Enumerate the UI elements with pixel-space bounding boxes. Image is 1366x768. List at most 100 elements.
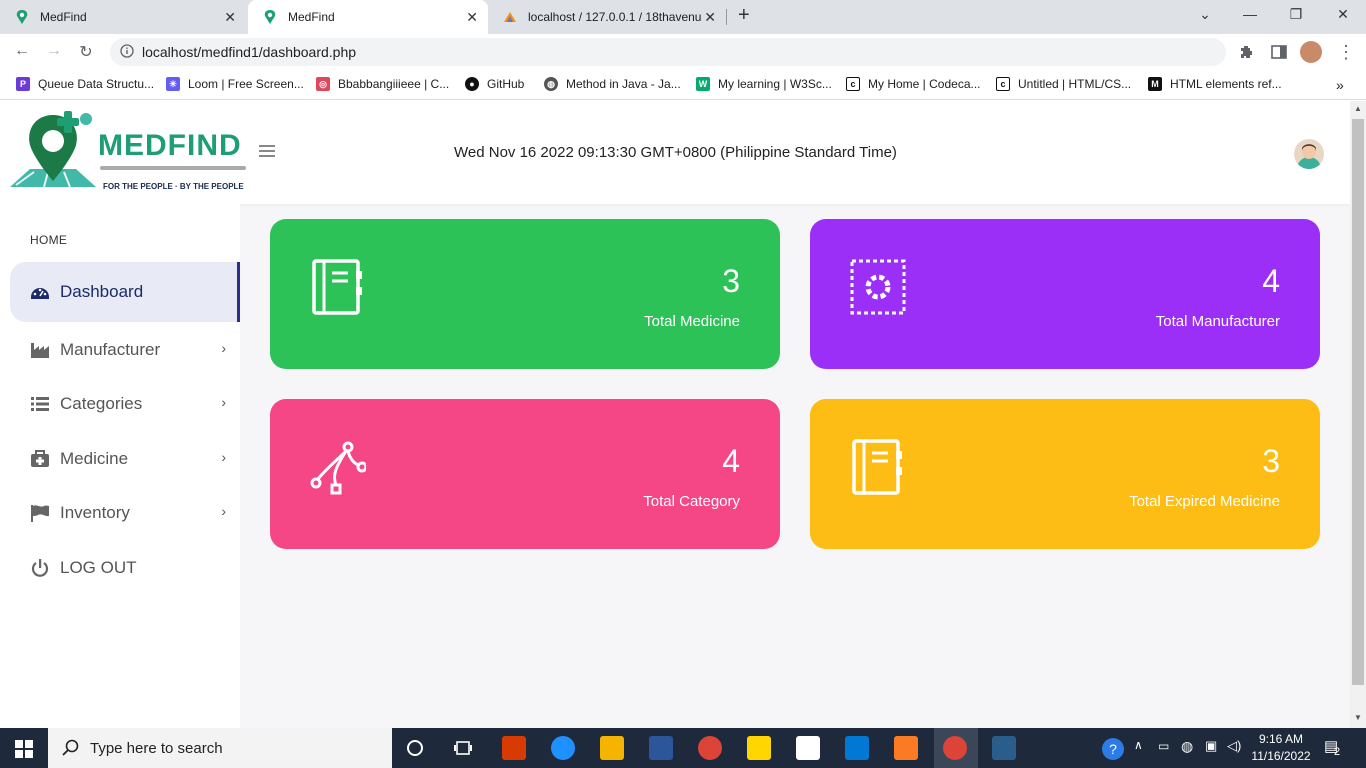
list-icon bbox=[30, 394, 50, 414]
tab-separator bbox=[726, 9, 727, 25]
close-tab-icon[interactable]: ✕ bbox=[704, 9, 716, 26]
mysql-workbench-icon[interactable] bbox=[992, 736, 1016, 760]
back-icon[interactable]: ← bbox=[12, 42, 32, 60]
sidebar-section-label: HOME bbox=[30, 233, 68, 247]
bookmark[interactable]: c Untitled | HTML/CS... bbox=[996, 77, 1131, 91]
url-text: localhost/medfind1/dashboard.php bbox=[142, 44, 357, 60]
word-icon[interactable] bbox=[649, 736, 673, 760]
bookmark[interactable]: ◍ Method in Java - Ja... bbox=[544, 77, 681, 91]
browser-tab-bar: MedFind ✕ MedFind ✕ localhost / 127.0.0.… bbox=[0, 0, 1366, 34]
close-tab-icon[interactable]: ✕ bbox=[224, 9, 236, 26]
total-manufacturer-card[interactable]: 4 Total Manufacturer bbox=[810, 219, 1320, 369]
sidebar-item-manufacturer[interactable]: Manufacturer › bbox=[10, 320, 240, 380]
notebook-icon bbox=[852, 439, 902, 495]
chevron-right-icon: › bbox=[221, 449, 226, 465]
power-icon bbox=[30, 558, 50, 578]
bookmark[interactable]: ● GitHub bbox=[465, 77, 524, 91]
minimize-icon[interactable]: — bbox=[1240, 6, 1260, 22]
cortana-icon[interactable] bbox=[406, 739, 424, 757]
medfind-favicon bbox=[14, 9, 30, 25]
taskbar-search-input[interactable]: Type here to search bbox=[48, 728, 392, 768]
bookmark[interactable]: c My Home | Codeca... bbox=[846, 77, 981, 91]
edge-icon[interactable] bbox=[551, 736, 575, 760]
phpmyadmin-favicon bbox=[502, 9, 518, 25]
sticky-notes-icon[interactable] bbox=[747, 736, 771, 760]
scroll-up-icon[interactable]: ▲ bbox=[1354, 104, 1362, 113]
address-bar[interactable]: localhost/medfind1/dashboard.php bbox=[110, 38, 1226, 66]
office-icon[interactable] bbox=[502, 736, 526, 760]
chrome-profile-icon[interactable] bbox=[943, 736, 967, 760]
notebook-icon bbox=[312, 259, 362, 315]
xampp-icon[interactable] bbox=[894, 736, 918, 760]
sidebar-item-dashboard[interactable]: Dashboard bbox=[10, 262, 240, 322]
bookmark[interactable]: W My learning | W3Sc... bbox=[696, 77, 832, 91]
notion-icon[interactable] bbox=[796, 736, 820, 760]
page-scrollbar[interactable]: ▲ ▼ bbox=[1350, 101, 1366, 728]
w3schools-icon: W bbox=[696, 77, 710, 91]
mdn-icon: M bbox=[1148, 77, 1162, 91]
bookmark[interactable]: ◎ Bbabbangiiieee | C... bbox=[316, 77, 449, 91]
logo-text: MEDFIND bbox=[98, 129, 242, 162]
total-category-card[interactable]: 4 Total Category bbox=[270, 399, 780, 549]
file-explorer-icon[interactable] bbox=[600, 736, 624, 760]
bookmark[interactable]: ✳ Loom | Free Screen... bbox=[166, 77, 304, 91]
loom-icon: ✳ bbox=[166, 77, 180, 91]
browser-tab[interactable]: MedFind ✕ bbox=[0, 0, 246, 34]
card-value: 4 bbox=[1262, 263, 1280, 299]
logo-tagline: FOR THE PEOPLE · BY THE PEOPLE bbox=[103, 182, 244, 191]
vscode-icon[interactable] bbox=[845, 736, 869, 760]
restore-icon[interactable]: ❐ bbox=[1286, 6, 1306, 23]
card-value: 3 bbox=[722, 263, 740, 299]
help-icon[interactable]: ? bbox=[1102, 738, 1124, 760]
browser-tab-active[interactable]: MedFind ✕ bbox=[248, 0, 488, 34]
close-window-icon[interactable]: ✕ bbox=[1333, 6, 1353, 23]
bookmark[interactable]: P Queue Data Structu... bbox=[16, 77, 154, 91]
forward-icon[interactable]: → bbox=[44, 42, 64, 60]
profile-avatar[interactable] bbox=[1300, 41, 1322, 63]
hamburger-menu-icon[interactable] bbox=[259, 145, 275, 157]
sidebar-item-inventory[interactable]: Inventory › bbox=[10, 483, 240, 543]
site-info-icon[interactable] bbox=[120, 44, 134, 58]
sidebar-item-logout[interactable]: LOG OUT bbox=[10, 538, 240, 598]
sidebar-item-label: Inventory bbox=[60, 503, 130, 522]
total-expired-medicine-card[interactable]: 3 Total Expired Medicine bbox=[810, 399, 1320, 549]
scroll-down-icon[interactable]: ▼ bbox=[1354, 713, 1362, 722]
reload-icon[interactable]: ↻ bbox=[76, 42, 96, 62]
bookmark[interactable]: M HTML elements ref... bbox=[1148, 77, 1282, 91]
browser-toolbar: ← → ↻ localhost/medfind1/dashboard.php ⋮ bbox=[0, 34, 1366, 70]
user-avatar[interactable] bbox=[1294, 139, 1324, 169]
side-panel-icon[interactable] bbox=[1270, 43, 1288, 61]
volume-icon[interactable]: ◁) bbox=[1227, 738, 1241, 754]
chevron-right-icon: › bbox=[221, 503, 226, 519]
new-tab-icon[interactable]: + bbox=[738, 4, 750, 27]
clock-date: 11/16/2022 bbox=[1251, 749, 1311, 763]
search-icon bbox=[62, 739, 79, 756]
scrollbar-thumb[interactable] bbox=[1352, 119, 1364, 685]
menu-icon[interactable]: ⋮ bbox=[1336, 42, 1356, 63]
show-hidden-icons-icon[interactable]: ∧ bbox=[1134, 738, 1143, 752]
task-view-icon[interactable] bbox=[454, 739, 472, 757]
medkit-icon bbox=[30, 449, 50, 469]
total-medicine-card[interactable]: 3 Total Medicine bbox=[270, 219, 780, 369]
chrome-icon[interactable] bbox=[698, 736, 722, 760]
windows-taskbar: Type here to search ? ∧ ▭ ◍ ▣ ◁) 9:16 AM… bbox=[0, 728, 1366, 768]
sidebar-item-label: Dashboard bbox=[60, 282, 144, 301]
dashboard-icon bbox=[30, 282, 50, 302]
chevron-right-icon: › bbox=[221, 340, 226, 356]
tab-search-icon[interactable]: ⌄ bbox=[1195, 6, 1215, 23]
display-icon[interactable]: ▣ bbox=[1205, 738, 1217, 754]
medfind-logo[interactable]: MEDFIND FOR THE PEOPLE · BY THE PEOPLE bbox=[8, 109, 256, 199]
more-bookmarks-icon[interactable]: » bbox=[1336, 77, 1344, 93]
github-icon: ● bbox=[465, 77, 479, 91]
network-globe-icon[interactable]: ◍ bbox=[1181, 738, 1193, 755]
browser-tab[interactable]: localhost / 127.0.0.1 / 18thavenu ✕ bbox=[488, 0, 726, 34]
card-label: Total Expired Medicine bbox=[1129, 493, 1280, 510]
close-tab-icon[interactable]: ✕ bbox=[466, 9, 478, 26]
taskbar-clock[interactable]: 9:16 AM 11/16/2022 bbox=[1248, 731, 1314, 765]
battery-icon[interactable]: ▭ bbox=[1158, 739, 1169, 753]
chevron-right-icon: › bbox=[221, 394, 226, 410]
windows-start-icon[interactable] bbox=[15, 740, 33, 758]
sidebar-item-medicine[interactable]: Medicine › bbox=[10, 429, 240, 489]
extensions-icon[interactable] bbox=[1238, 43, 1256, 61]
sidebar-item-categories[interactable]: Categories › bbox=[10, 374, 240, 434]
